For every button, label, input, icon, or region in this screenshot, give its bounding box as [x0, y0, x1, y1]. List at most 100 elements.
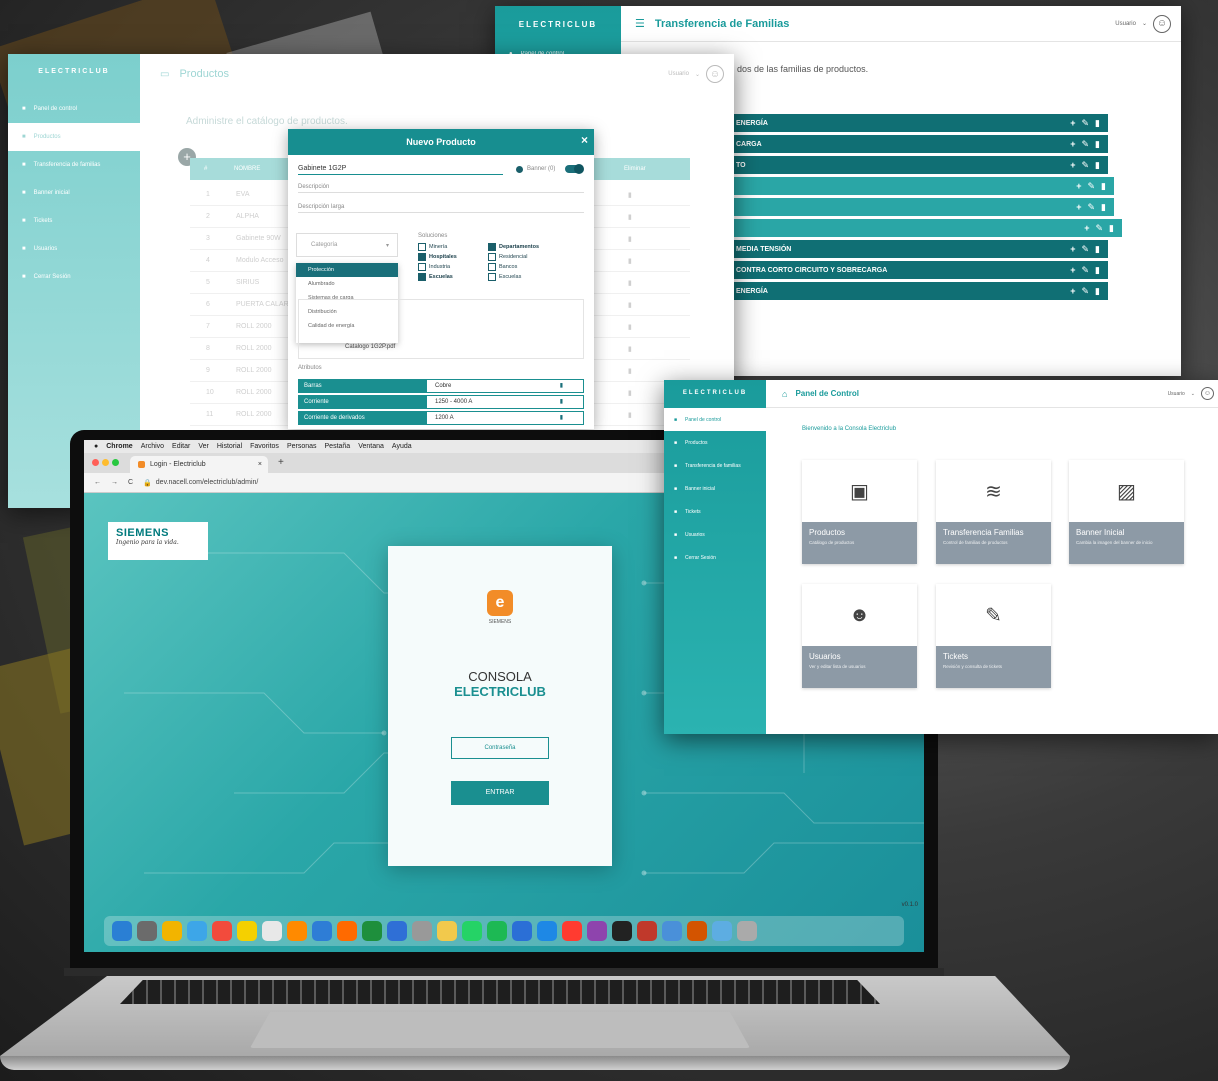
dock-app-icon[interactable] [562, 921, 582, 941]
trash-icon[interactable]: ▮ [1095, 139, 1100, 150]
family-actions[interactable]: + ✎ ▮ [1070, 240, 1100, 258]
trash-icon[interactable]: ▮ [1095, 244, 1100, 255]
attribute-row[interactable]: Corriente de derivados 1200 A ▮ [298, 411, 584, 425]
dock-app-icon[interactable] [662, 921, 682, 941]
add-icon[interactable]: + [1084, 223, 1089, 233]
trash-icon[interactable]: ▮ [1095, 118, 1100, 129]
trash-icon[interactable]: ▮ [1095, 265, 1100, 276]
dock-app-icon[interactable] [437, 921, 457, 941]
dock-app-icon[interactable] [162, 921, 182, 941]
dock-app-icon[interactable] [112, 921, 132, 941]
long-description-field[interactable]: Descripción larga [298, 204, 584, 213]
trash-icon[interactable]: ▮ [628, 235, 632, 243]
family-actions[interactable]: + ✎ ▮ [1070, 156, 1100, 174]
dock-app-icon[interactable] [412, 921, 432, 941]
dashboard-card[interactable]: ≋ Transferencia Familias Control de famili… [936, 460, 1051, 564]
dock-app-icon[interactable] [587, 921, 607, 941]
family-actions[interactable]: + ✎ ▮ [1070, 114, 1100, 132]
attribute-row[interactable]: Barras Cobre ▮ [298, 379, 584, 393]
dock-app-icon[interactable] [312, 921, 332, 941]
menubar-item[interactable]: Editar [172, 443, 190, 450]
menubar-item[interactable]: Favoritos [250, 443, 279, 450]
menubar-item[interactable]: Historial [217, 443, 242, 450]
close-tab-icon[interactable]: × [258, 461, 262, 468]
trash-icon[interactable]: ▮ [560, 380, 563, 392]
description-field[interactable]: Descripción [298, 184, 584, 193]
dashboard-user-menu[interactable]: Usuario ⌄ ☺ [1168, 387, 1214, 400]
menubar-item[interactable]: Ayuda [392, 443, 412, 450]
menubar-item[interactable]: Personas [287, 443, 317, 450]
edit-icon[interactable]: ✎ [1082, 286, 1090, 297]
add-icon[interactable]: + [1070, 286, 1075, 296]
family-row[interactable]: CARGA + ✎ ▮ [700, 135, 1108, 153]
menubar-item[interactable]: Archivo [141, 443, 164, 450]
add-icon[interactable]: + [1070, 139, 1075, 149]
dashboard-card[interactable]: ▨ Banner Inicial Cambia la imagen del bann… [1069, 460, 1184, 564]
trash-icon[interactable]: ▮ [1101, 181, 1106, 192]
family-row[interactable]: CONTRA CORTO CIRCUITO Y SOBRECARGA + ✎ ▮ [700, 261, 1108, 279]
dock-app-icon[interactable] [337, 921, 357, 941]
trash-icon[interactable]: ▮ [1095, 286, 1100, 297]
add-icon[interactable]: + [1070, 244, 1075, 254]
reload-icon[interactable]: C [128, 479, 133, 486]
family-actions[interactable]: + ✎ ▮ [1076, 177, 1106, 195]
add-icon[interactable]: + [1076, 202, 1081, 212]
edit-icon[interactable]: ✎ [1096, 223, 1104, 234]
trash-icon[interactable]: ▮ [560, 396, 563, 408]
sidebar-item-transfer[interactable]: ■ Transferencia de familias [8, 151, 140, 179]
dock-app-icon[interactable] [462, 921, 482, 941]
sidebar-item-home[interactable]: ■ Panel de control [8, 95, 140, 123]
family-row[interactable]: MEDIA TENSIÓN + ✎ ▮ [700, 240, 1108, 258]
trash-icon[interactable]: ▮ [628, 257, 632, 265]
family-row[interactable]: TO + ✎ ▮ [700, 156, 1108, 174]
solution-checkbox[interactable]: Residencial [488, 253, 558, 261]
edit-icon[interactable]: ✎ [1082, 118, 1090, 129]
dashboard-card[interactable]: ▣ Productos Catálogo de productos [802, 460, 917, 564]
category-select[interactable]: Categoría ▾ [296, 233, 398, 257]
edit-icon[interactable]: ✎ [1082, 244, 1090, 255]
product-name-field[interactable]: Gabinete 1G2P [298, 165, 503, 175]
category-option[interactable]: Protección [296, 263, 398, 277]
family-row[interactable]: + ✎ ▮ [700, 219, 1122, 237]
browser-tab[interactable]: Login - Electriclub × [130, 456, 268, 473]
add-icon[interactable]: + [1070, 160, 1075, 170]
edit-icon[interactable]: ✎ [1082, 160, 1090, 171]
dock-app-icon[interactable] [712, 921, 732, 941]
products-user-menu[interactable]: Usuario ⌄ ☺ [668, 65, 724, 83]
back-icon[interactable]: ← [94, 479, 101, 486]
sidebar-item-transfer[interactable]: ■ Transferencia de familias [664, 454, 766, 477]
edit-icon[interactable]: ✎ [1082, 265, 1090, 276]
dock-app-icon[interactable] [737, 921, 757, 941]
banner-toggle[interactable]: Banner (0) [516, 164, 585, 174]
trash-icon[interactable]: ▮ [560, 412, 563, 424]
enter-button[interactable]: ENTRAR [451, 781, 549, 805]
family-actions[interactable]: + ✎ ▮ [1084, 219, 1114, 237]
dashboard-card[interactable]: ☻ Usuarios Ver y editar lista de usuarios [802, 584, 917, 688]
close-icon[interactable]: × [581, 127, 588, 153]
edit-icon[interactable]: ✎ [1088, 202, 1096, 213]
sidebar-item-ticket[interactable]: ■ Tickets [664, 500, 766, 523]
dock-app-icon[interactable] [687, 921, 707, 941]
solution-checkbox[interactable]: Escuelas [488, 273, 558, 281]
add-icon[interactable]: + [1070, 265, 1075, 275]
dock-app-icon[interactable] [487, 921, 507, 941]
family-actions[interactable]: + ✎ ▮ [1076, 198, 1106, 216]
add-icon[interactable]: + [1076, 181, 1081, 191]
solution-checkbox[interactable]: Bancos [488, 263, 558, 271]
forward-icon[interactable]: → [111, 479, 118, 486]
sidebar-item-ticket[interactable]: ■ Tickets [8, 207, 140, 235]
sidebar-item-logout[interactable]: ■ Cerrar Sesión [8, 263, 140, 291]
families-user-menu[interactable]: Usuario ⌄ ☺ [1115, 14, 1171, 33]
dock-app-icon[interactable] [212, 921, 232, 941]
dock-app-icon[interactable] [187, 921, 207, 941]
password-input[interactable]: Contraseña [451, 737, 549, 759]
menubar-item[interactable]: Ventana [358, 443, 384, 450]
url-field[interactable]: 🔒 dev.nacell.com/electriclub/admin/ [143, 479, 258, 487]
category-option[interactable]: Alumbrado [296, 277, 398, 291]
dashboard-card[interactable]: ✎ Tickets Revisión y consulta de tickets [936, 584, 1051, 688]
trash-icon[interactable]: ▮ [628, 389, 632, 397]
edit-icon[interactable]: ✎ [1082, 139, 1090, 150]
dock-app-icon[interactable] [362, 921, 382, 941]
family-row[interactable]: + ✎ ▮ [700, 198, 1114, 216]
trash-icon[interactable]: ▮ [1101, 202, 1106, 213]
